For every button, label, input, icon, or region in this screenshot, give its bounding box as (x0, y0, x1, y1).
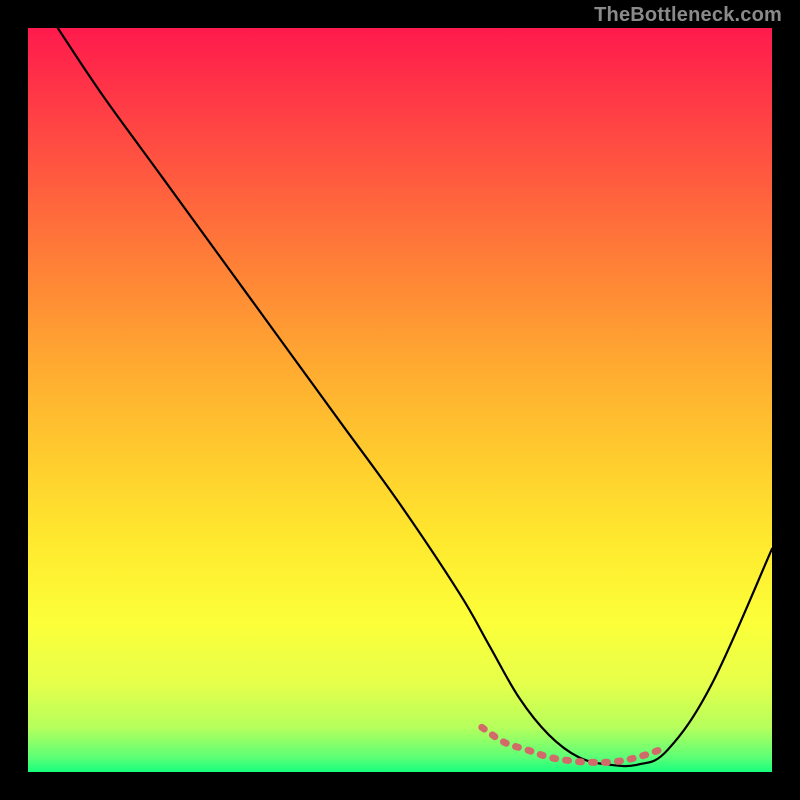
optimal-dotted-path (482, 727, 661, 762)
plot-area (28, 28, 772, 772)
chart-frame: TheBottleneck.com (0, 0, 800, 800)
watermark-text: TheBottleneck.com (594, 4, 782, 27)
optimal-range-marker (28, 28, 772, 772)
